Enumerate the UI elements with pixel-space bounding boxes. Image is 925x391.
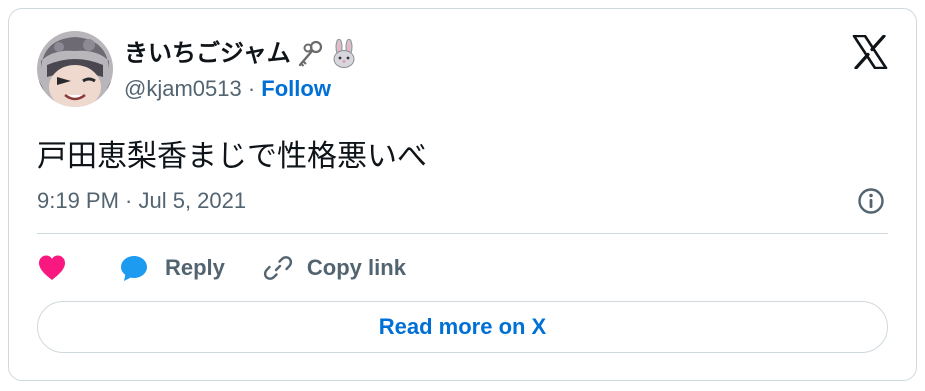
- reply-label: Reply: [165, 255, 225, 280]
- link-icon: [263, 253, 293, 283]
- info-icon[interactable]: [856, 186, 886, 216]
- divider: [37, 233, 888, 234]
- author-display-name[interactable]: きいちごジャム: [124, 39, 359, 69]
- action-bar: Reply Copy link: [37, 250, 406, 286]
- embedded-tweet-card: きいちごジャム @kjam0513 · Follow 戸田恵梨香まじで性格悪いべ…: [8, 8, 917, 381]
- author-handle[interactable]: @kjam0513: [124, 76, 242, 101]
- rabbit-emoji-icon: [329, 39, 359, 69]
- read-more-button[interactable]: Read more on X: [37, 301, 888, 353]
- reply-bubble-icon: [119, 253, 149, 283]
- copy-link-label: Copy link: [306, 255, 406, 280]
- x-logo-icon[interactable]: [852, 34, 888, 70]
- follow-button[interactable]: Follow: [261, 76, 331, 101]
- tweet-text: 戸田恵梨香まじで性格悪いべ: [37, 140, 427, 173]
- author-handle-row: @kjam0513 · Follow: [124, 75, 331, 103]
- reply-button[interactable]: Reply: [119, 253, 225, 283]
- avatar[interactable]: [37, 31, 113, 107]
- heart-icon: [37, 254, 67, 282]
- author-name-text: きいちごジャム: [124, 40, 291, 67]
- handle-separator: ·: [241, 76, 262, 101]
- like-button[interactable]: [37, 254, 67, 282]
- key-emoji-icon: [295, 39, 325, 69]
- tweet-timestamp[interactable]: 9:19 PM · Jul 5, 2021: [37, 187, 246, 215]
- copy-link-button[interactable]: Copy link: [263, 253, 406, 283]
